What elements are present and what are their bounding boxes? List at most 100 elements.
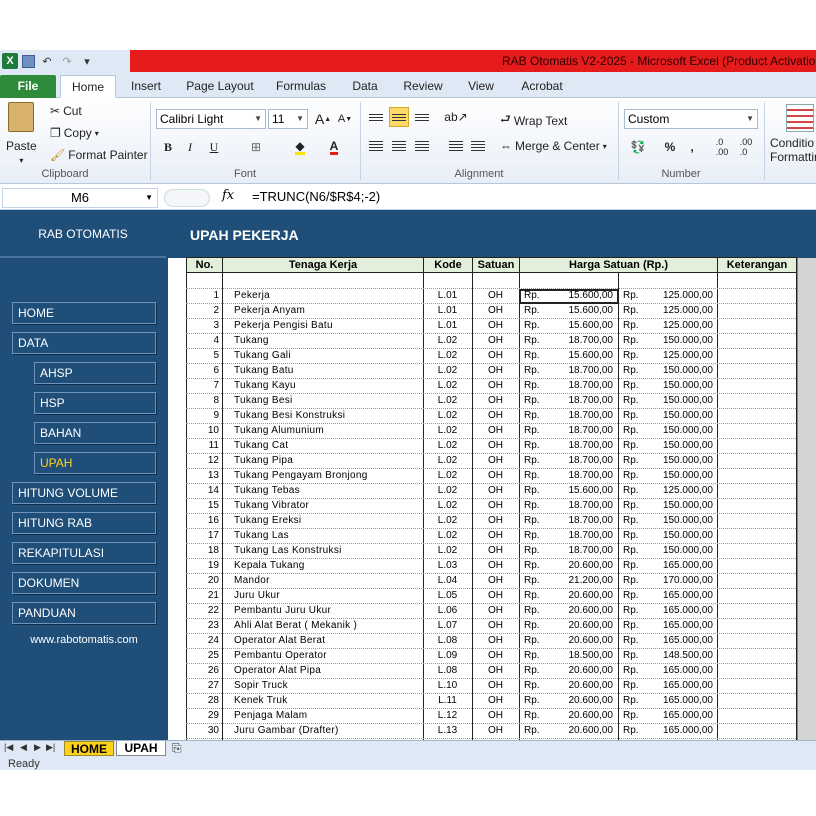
table-row[interactable]: 19 Kepala Tukang L.03 OH Rp. 20.600,00 Rp. 165.… xyxy=(186,559,816,574)
cell-harga[interactable]: 18.700,00 xyxy=(546,409,614,424)
cell-harga[interactable]: 15.600,00 xyxy=(546,484,614,499)
sidebar-item-bahan[interactable]: BAHAN xyxy=(34,422,156,444)
table-row[interactable]: 18 Tukang Las Konstruksi L.02 OH Rp. 18.700,0… xyxy=(186,544,816,559)
cell-tenaga-kerja[interactable]: Pembantu Juru Ukur xyxy=(234,604,422,619)
table-row[interactable]: 26 Operator Alat Pipa L.08 OH Rp. 20.600,00 Rp… xyxy=(186,664,816,679)
cell-upah[interactable]: 150.000,00 xyxy=(646,409,713,424)
cell-harga[interactable]: 15.600,00 xyxy=(546,319,614,334)
cell-no[interactable]: 3 xyxy=(186,319,219,334)
cell-kode[interactable]: L.02 xyxy=(423,379,472,394)
cell-satuan[interactable]: OH xyxy=(472,514,519,529)
table-row[interactable]: 7 Tukang Kayu L.02 OH Rp. 18.700,00 Rp. 150.000… xyxy=(186,379,816,394)
cell-tenaga-kerja[interactable]: Tukang Gali xyxy=(234,349,422,364)
cell-upah[interactable]: 150.000,00 xyxy=(646,499,713,514)
cell-kode[interactable]: L.02 xyxy=(423,499,472,514)
cell-harga[interactable]: 15.600,00 xyxy=(546,349,614,364)
cell-tenaga-kerja[interactable]: Pekerja xyxy=(234,289,422,304)
cell-tenaga-kerja[interactable]: Tukang Cat xyxy=(234,439,422,454)
name-box[interactable]: M6 ▼ xyxy=(2,188,158,208)
cell-satuan[interactable]: OH xyxy=(472,574,519,589)
cell-tenaga-kerja[interactable]: Ahli Alat Berat ( Mekanik ) xyxy=(234,619,422,634)
cell-satuan[interactable]: OH xyxy=(472,589,519,604)
cell-kode[interactable]: L.02 xyxy=(423,424,472,439)
cell-harga[interactable]: 18.700,00 xyxy=(546,394,614,409)
cell-satuan[interactable]: OH xyxy=(472,469,519,484)
cell-upah[interactable]: 165.000,00 xyxy=(646,589,713,604)
cell-kode[interactable]: L.03 xyxy=(423,559,472,574)
increase-indent-icon[interactable] xyxy=(468,136,488,156)
sidebar-item-upah[interactable]: UPAH xyxy=(34,452,156,474)
cell-satuan[interactable]: OH xyxy=(472,634,519,649)
redo-icon[interactable]: ↷ xyxy=(59,53,75,69)
cell-kode[interactable]: L.02 xyxy=(423,334,472,349)
tab-acrobat[interactable]: Acrobat xyxy=(514,75,570,98)
cell-kode[interactable]: L.09 xyxy=(423,649,472,664)
font-name-combo[interactable]: Calibri Light ▼ xyxy=(156,109,266,129)
sidebar-item-ahsp[interactable]: AHSP xyxy=(34,362,156,384)
cell-harga[interactable]: 20.600,00 xyxy=(546,724,614,739)
comma-style-icon[interactable]: , xyxy=(682,137,702,157)
cell-kode[interactable]: L.05 xyxy=(423,589,472,604)
worksheet[interactable]: RAB OTOMATIS HOME DATA AHSP HSP BAHAN UP… xyxy=(0,210,816,740)
cell-harga[interactable]: 18.700,00 xyxy=(546,379,614,394)
table-row[interactable]: 28 Kenek Truk L.11 OH Rp. 20.600,00 Rp. 165.000… xyxy=(186,694,816,709)
table-row[interactable]: 15 Tukang Vibrator L.02 OH Rp. 18.700,00 Rp. 15… xyxy=(186,499,816,514)
cell-satuan[interactable]: OH xyxy=(472,379,519,394)
tab-data[interactable]: Data xyxy=(344,75,386,98)
table-row[interactable]: 25 Pembantu Operator L.09 OH Rp. 18.500,00 Rp.… xyxy=(186,649,816,664)
cell-tenaga-kerja[interactable]: Juru Ukur xyxy=(234,589,422,604)
cell-harga[interactable]: 18.700,00 xyxy=(546,544,614,559)
orientation-icon[interactable]: ab↗ xyxy=(444,107,467,127)
sheet-tab-home[interactable]: HOME xyxy=(64,741,114,756)
cell-tenaga-kerja[interactable]: Tukang Besi Konstruksi xyxy=(234,409,422,424)
cell-upah[interactable]: 165.000,00 xyxy=(646,634,713,649)
cell-upah[interactable]: 150.000,00 xyxy=(646,469,713,484)
table-row[interactable]: 4 Tukang L.02 OH Rp. 18.700,00 Rp. 150.000,00 xyxy=(186,334,816,349)
cell-no[interactable]: 20 xyxy=(186,574,219,589)
table-row[interactable]: 5 Tukang Gali L.02 OH Rp. 15.600,00 Rp. 125.000… xyxy=(186,349,816,364)
cell-no[interactable]: 15 xyxy=(186,499,219,514)
table-row[interactable]: 2 Pekerja Anyam L.01 OH Rp. 15.600,00 Rp. 125.0… xyxy=(186,304,816,319)
cell-satuan[interactable]: OH xyxy=(472,664,519,679)
italic-icon[interactable]: I xyxy=(180,137,200,157)
cell-kode[interactable]: L.08 xyxy=(423,664,472,679)
cell-satuan[interactable]: OH xyxy=(472,394,519,409)
cell-kode[interactable]: L.07 xyxy=(423,619,472,634)
cell-upah[interactable]: 170.000,00 xyxy=(646,574,713,589)
cell-harga[interactable]: 18.700,00 xyxy=(546,424,614,439)
cell-tenaga-kerja[interactable]: Tukang Pengayam Bronjong xyxy=(234,469,422,484)
cell-upah[interactable]: 150.000,00 xyxy=(646,394,713,409)
cell-upah[interactable]: 165.000,00 xyxy=(646,724,713,739)
table-row[interactable]: 29 Penjaga Malam L.12 OH Rp. 20.600,00 Rp. 165.… xyxy=(186,709,816,724)
cell-no[interactable]: 8 xyxy=(186,394,219,409)
sidebar-item-dokumen[interactable]: DOKUMEN xyxy=(12,572,156,594)
table-row[interactable]: 27 Sopir Truck L.10 OH Rp. 20.600,00 Rp. 165.00… xyxy=(186,679,816,694)
excel-logo-icon[interactable]: X xyxy=(2,53,18,69)
table-row[interactable]: 13 Tukang Pengayam Bronjong L.02 OH Rp. 18.70… xyxy=(186,469,816,484)
cell-kode[interactable]: L.02 xyxy=(423,349,472,364)
cell-upah[interactable]: 150.000,00 xyxy=(646,514,713,529)
align-right-icon[interactable] xyxy=(412,136,432,156)
prev-sheet-icon[interactable]: ◀ xyxy=(20,742,27,753)
decrease-indent-icon[interactable] xyxy=(446,136,466,156)
shrink-font-icon[interactable]: A ▼ xyxy=(335,109,355,129)
cell-no[interactable]: 13 xyxy=(186,469,219,484)
sidebar-item-hitung-rab[interactable]: HITUNG RAB xyxy=(12,512,156,534)
cell-upah[interactable]: 125.000,00 xyxy=(646,304,713,319)
table-row[interactable]: 16 Tukang Ereksi L.02 OH Rp. 18.700,00 Rp. 150.… xyxy=(186,514,816,529)
table-row[interactable]: 14 Tukang Tebas L.02 OH Rp. 15.600,00 Rp. 125.0… xyxy=(186,484,816,499)
table-row[interactable]: 20 Mandor L.04 OH Rp. 21.200,00 Rp. 170.000,00 xyxy=(186,574,816,589)
cell-no[interactable]: 28 xyxy=(186,694,219,709)
cell-tenaga-kerja[interactable]: Tukang Besi xyxy=(234,394,422,409)
cell-upah[interactable]: 165.000,00 xyxy=(646,664,713,679)
sidebar-item-data[interactable]: DATA xyxy=(12,332,156,354)
cell-satuan[interactable]: OH xyxy=(472,559,519,574)
cell-no[interactable]: 21 xyxy=(186,589,219,604)
cell-no[interactable]: 16 xyxy=(186,514,219,529)
cell-upah[interactable]: 150.000,00 xyxy=(646,379,713,394)
cell-kode[interactable]: L.11 xyxy=(423,694,472,709)
cell-kode[interactable]: L.02 xyxy=(423,544,472,559)
sidebar-item-hsp[interactable]: HSP xyxy=(34,392,156,414)
cell-harga[interactable]: 20.600,00 xyxy=(546,679,614,694)
cell-kode[interactable]: L.02 xyxy=(423,394,472,409)
